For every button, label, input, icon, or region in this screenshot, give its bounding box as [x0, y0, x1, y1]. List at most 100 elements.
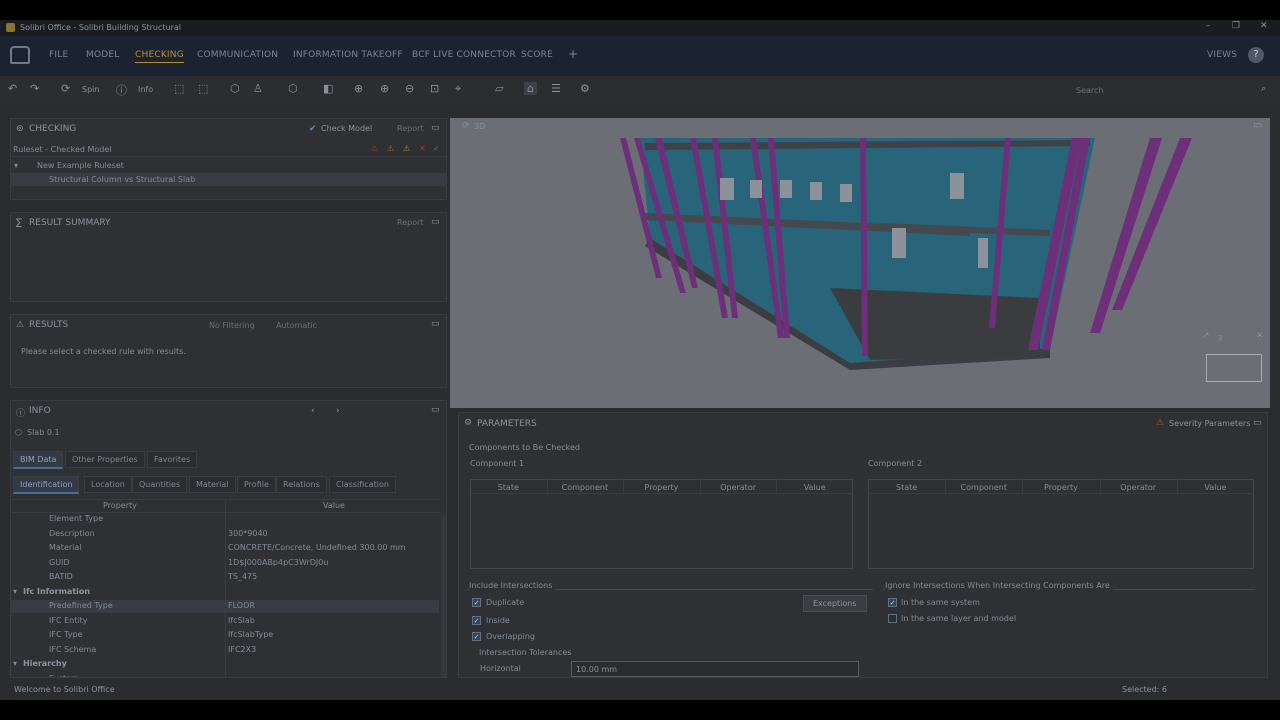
subtab-profile[interactable]: Profile — [237, 476, 276, 493]
cube-group-icon[interactable]: ⬚ — [174, 82, 184, 95]
menu-file[interactable]: FILE — [49, 50, 68, 60]
close-view-icon[interactable]: ✕ — [1256, 331, 1264, 341]
horizontal-label: Horizontal — [480, 664, 521, 673]
tab-other-properties[interactable]: Other Properties — [65, 451, 145, 468]
minimize-icon[interactable]: – — [1206, 21, 1211, 31]
checking-report-button[interactable]: Report — [397, 124, 424, 133]
map-icon[interactable]: ⌂ — [524, 82, 537, 95]
expand-icon[interactable]: ▾ — [14, 161, 18, 170]
results-icon: ⚠ — [16, 320, 25, 330]
box-icon[interactable]: ⬡ — [230, 82, 240, 95]
results-panel: ⚠ RESULTS No Filtering Automatic ▭ Pleas… — [10, 314, 447, 388]
spin-button[interactable]: Spin — [82, 85, 99, 94]
3d-label: 3D — [474, 122, 486, 131]
selected-object-label: Slab 0.1 — [27, 428, 60, 437]
severity-parameters-button[interactable]: Severity Parameters — [1169, 419, 1250, 428]
section-icon[interactable]: ◧ — [323, 82, 333, 95]
layers-icon[interactable]: ☰ — [551, 82, 561, 95]
property-name: Hierarchy — [23, 659, 67, 668]
severity-icon[interactable]: ⚠ — [1156, 418, 1164, 428]
check-model-button[interactable]: Check Model — [321, 124, 372, 133]
prev-icon[interactable]: ‹ — [311, 406, 315, 416]
subtab-material[interactable]: Material — [189, 476, 236, 493]
column-header: Operator — [720, 483, 756, 492]
3d-maximize-icon[interactable]: ▭ — [1253, 120, 1262, 131]
subtab-classification[interactable]: Classification — [329, 476, 396, 493]
results-maximize-icon[interactable]: ▭ — [431, 319, 440, 329]
subtab-quantities[interactable]: Quantities — [132, 476, 188, 493]
tab-favorites[interactable]: Favorites — [147, 451, 198, 468]
status-welcome: Welcome to Solibri Office — [14, 685, 115, 694]
summary-report-button[interactable]: Report — [397, 218, 424, 227]
overlapping-checkbox[interactable]: ✓ — [472, 632, 481, 641]
same-layer-label: In the same layer and model — [901, 614, 1017, 623]
menu-bcf-live-connector[interactable]: BCF LIVE CONNECTOR — [412, 50, 516, 60]
check-model-icon[interactable]: ✔ — [309, 124, 317, 134]
walk-icon[interactable]: ♙ — [253, 82, 263, 95]
group-expand-icon[interactable]: ▾ — [13, 587, 17, 596]
zoom-in-icon[interactable]: ⊕ — [380, 82, 389, 95]
search-input[interactable]: Search — [1070, 82, 1270, 100]
same-layer-checkbox[interactable] — [888, 614, 897, 623]
main-toolbar: ↶ ↷ ⟳ Spin ⓘ Info ⬚ ⬚ ⬡ ♙ ⬡ ◧ ⊕ ⊕ ⊖ ⊡ ⌖ … — [0, 76, 1280, 106]
property-name: BATID — [49, 572, 73, 581]
overlapping-label: Overlapping — [486, 632, 535, 641]
redo-icon[interactable]: ↷ — [30, 82, 39, 95]
close-icon[interactable]: ✕ — [1260, 21, 1268, 31]
inside-checkbox[interactable]: ✓ — [472, 616, 481, 625]
axis-number: 3 — [1218, 334, 1223, 342]
measure-icon[interactable]: ⌖ — [455, 82, 461, 96]
zoom-fit-icon[interactable]: ⊕ — [354, 82, 363, 95]
menu-checking[interactable]: CHECKING — [135, 50, 184, 63]
info-icon[interactable]: ⓘ — [116, 82, 127, 98]
3d-view[interactable]: ⟳ 3D ▭ ↗ 3 ✕ — [450, 118, 1270, 408]
subtab-location[interactable]: Location — [84, 476, 132, 493]
views-menu[interactable]: VIEWS — [1207, 50, 1237, 60]
group-expand-icon[interactable]: ▾ — [13, 659, 17, 668]
filter-dropdown[interactable]: No Filtering — [209, 321, 255, 330]
plane-icon[interactable]: ▱ — [495, 82, 503, 95]
automatic-dropdown[interactable]: Automatic — [276, 321, 317, 330]
info-button[interactable]: Info — [138, 85, 153, 94]
zoom-window-icon[interactable]: ⊡ — [430, 82, 439, 95]
menu-model[interactable]: MODEL — [86, 50, 119, 60]
navigation-widget[interactable] — [1206, 354, 1262, 382]
column-header: Component — [561, 483, 609, 492]
view-cube-icon[interactable]: ⬡ — [288, 82, 298, 95]
menu-score[interactable]: SCORE — [521, 50, 553, 60]
subtab-relations[interactable]: Relations — [276, 476, 327, 493]
cube-selection-icon[interactable]: ⬚ — [198, 82, 208, 95]
parameters-maximize-icon[interactable]: ▭ — [1253, 418, 1262, 428]
settings-icon[interactable]: ⚙ — [580, 82, 590, 95]
zoom-out-icon[interactable]: ⊖ — [405, 82, 414, 95]
menu-bar: FILE MODEL CHECKING COMMUNICATION INFORM… — [0, 36, 1280, 76]
duplicate-checkbox[interactable]: ✓ — [472, 598, 481, 607]
component1-label: Component 1 — [470, 459, 525, 468]
column-header: Component — [960, 483, 1007, 492]
ruleset-row[interactable]: New Example Ruleset — [37, 161, 124, 170]
home-logo-icon[interactable] — [10, 46, 30, 64]
maximize-icon[interactable]: ❐ — [1232, 21, 1240, 31]
property-value: FLOOR — [228, 601, 255, 610]
component2-label: Component 2 — [868, 459, 923, 468]
summary-maximize-icon[interactable]: ▭ — [431, 217, 440, 227]
scrollbar[interactable] — [441, 513, 446, 677]
subtab-identification[interactable]: Identification — [13, 476, 80, 494]
tab-bim-data[interactable]: BIM Data — [13, 451, 64, 469]
horizontal-input[interactable]: 10.00 mm — [571, 661, 859, 677]
menu-communication[interactable]: COMMUNICATION — [197, 50, 278, 60]
property-name: IFC Type — [49, 630, 83, 639]
rule-row[interactable]: Structural Column vs Structural Slab — [49, 175, 195, 184]
help-icon[interactable]: ? — [1248, 47, 1264, 63]
checking-maximize-icon[interactable]: ▭ — [431, 123, 440, 133]
warning-orange-icon: ⚠ — [387, 144, 395, 153]
info-maximize-icon[interactable]: ▭ — [431, 405, 440, 415]
undo-icon[interactable]: ↶ — [8, 82, 17, 95]
spin-icon[interactable]: ⟳ — [61, 82, 70, 95]
next-icon[interactable]: › — [336, 406, 340, 416]
add-tab-icon[interactable]: + — [568, 47, 578, 61]
same-system-checkbox[interactable]: ✓ — [888, 598, 897, 607]
checking-icon: ⊚ — [16, 124, 24, 134]
exceptions-button[interactable]: Exceptions — [803, 595, 867, 612]
menu-information-takeoff[interactable]: INFORMATION TAKEOFF — [293, 50, 403, 60]
